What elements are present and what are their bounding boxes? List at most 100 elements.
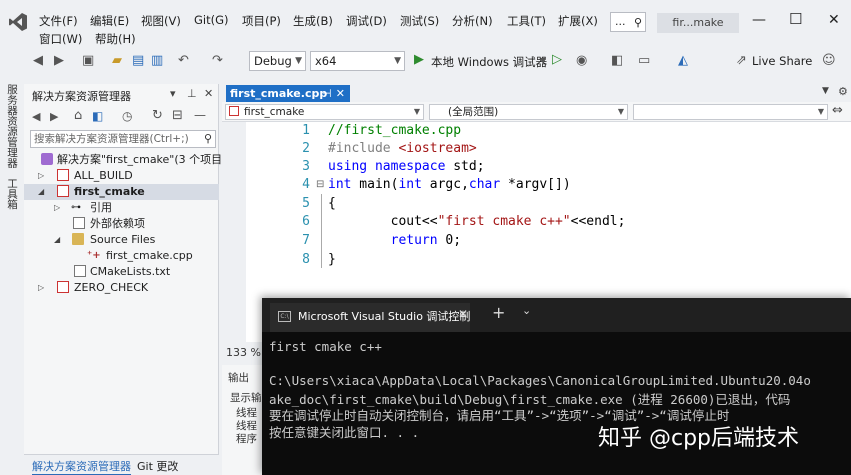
close-icon[interactable]: ✕ xyxy=(204,87,213,100)
new-project-icon[interactable]: ▣ xyxy=(82,53,94,68)
settings-icon[interactable]: ⚙ xyxy=(838,85,848,98)
minimize-icon[interactable]: — xyxy=(752,12,766,28)
console-tab-title: Microsoft Visual Studio 调试控制 xyxy=(298,310,470,323)
menu-view[interactable]: 视图(V) xyxy=(139,12,183,30)
tree-item-references[interactable]: ▷ ⊶ 引用 xyxy=(24,200,219,216)
folder-icon xyxy=(72,233,84,245)
server-explorer-tab[interactable]: 服务器资源管理器 xyxy=(5,84,20,168)
solution-name-badge[interactable]: fir...make xyxy=(657,13,739,33)
console-tab[interactable]: C:\ Microsoft Visual Studio 调试控制 xyxy=(270,303,470,332)
pin-icon[interactable]: ⊣ xyxy=(322,85,332,102)
tree-item-solution[interactable]: 解决方案"first_cmake"(3 个项目, xyxy=(24,152,226,168)
maximize-icon[interactable]: ☐ xyxy=(789,10,802,28)
more-icon[interactable]: — xyxy=(194,108,206,122)
line-number: 5 xyxy=(302,196,310,211)
member-select[interactable]: ▼ xyxy=(633,104,828,120)
chevron-down-icon: ▼ xyxy=(817,107,824,116)
chevron-down-icon: ▼ xyxy=(413,107,420,116)
split-icon[interactable]: ⇔ xyxy=(832,103,843,118)
toolbox-tab[interactable]: 工具箱 xyxy=(5,178,20,210)
global-scope-select[interactable]: (全局范围) ▼ xyxy=(429,104,628,120)
pending-changes-icon[interactable]: ◷ xyxy=(122,109,132,123)
home-icon[interactable]: ⌂ xyxy=(74,108,82,123)
chevron-down-icon[interactable]: ▼ xyxy=(540,56,546,65)
tree-item-all-build[interactable]: ▷ ALL_BUILD xyxy=(24,168,219,184)
browse-icon[interactable]: ◧ xyxy=(611,53,623,68)
feedback-icon[interactable]: ☺ xyxy=(822,53,836,68)
chevron-down-icon: ▼ xyxy=(394,56,401,66)
start-without-debugging-icon[interactable]: ▷ xyxy=(552,52,562,67)
tree-item-first-cmake[interactable]: ◢ first_cmake xyxy=(24,184,219,200)
open-folder-icon[interactable]: ▰ xyxy=(112,53,122,68)
breakpoint-icon[interactable]: ◭ xyxy=(678,53,688,68)
tree-item-cpp-file[interactable]: ⁺+ first_cmake.cpp xyxy=(24,248,219,264)
string-token: "first cmake c++" xyxy=(437,214,571,229)
config-select[interactable]: Debug ▼ xyxy=(249,51,306,71)
tab-solution-explorer[interactable]: 解决方案资源管理器 xyxy=(32,458,131,475)
menu-edit[interactable]: 编辑(E) xyxy=(88,12,131,30)
close-icon[interactable]: ✕ xyxy=(458,307,468,321)
chevron-down-icon[interactable]: ◢ xyxy=(54,232,60,248)
visual-studio-logo-icon xyxy=(9,13,27,31)
menu-file[interactable]: 文件(F) xyxy=(37,12,80,30)
save-all-icon[interactable]: ▥ xyxy=(151,53,163,68)
forward-icon[interactable]: ▶ xyxy=(50,110,58,123)
add-tab-icon[interactable]: + xyxy=(492,303,505,322)
menu-tools[interactable]: 工具(T) xyxy=(505,12,548,30)
code-line: //first_cmake.cpp xyxy=(328,123,461,138)
code-line: return 0; xyxy=(328,233,461,248)
search-box[interactable]: ... ⚲ xyxy=(610,12,646,32)
project-icon xyxy=(57,185,69,197)
bookmark-icon[interactable]: ▭ xyxy=(638,53,650,68)
chevron-down-icon[interactable]: ◢ xyxy=(38,184,44,200)
debug-console-window[interactable]: C:\ Microsoft Visual Studio 调试控制 ✕ + ⌄ f… xyxy=(262,298,851,475)
close-icon[interactable]: ✕ xyxy=(828,12,840,28)
line-number: 1 xyxy=(302,123,310,138)
undo-icon[interactable]: ↶ xyxy=(178,53,189,68)
save-icon[interactable]: ▤ xyxy=(132,53,144,68)
forward-icon[interactable]: ▶ xyxy=(54,53,64,68)
tab-first-cmake-cpp[interactable]: first_cmake.cpp ⊣ ✕ xyxy=(226,85,350,102)
menu-git[interactable]: Git(G) xyxy=(192,12,231,28)
pin-icon[interactable]: ⊥ xyxy=(187,87,197,100)
close-icon[interactable]: ✕ xyxy=(336,85,345,102)
menu-debug[interactable]: 调试(D) xyxy=(344,12,389,30)
chevron-right-icon[interactable]: ▷ xyxy=(38,168,44,184)
menu-test[interactable]: 测试(S) xyxy=(398,12,441,30)
menu-extensions[interactable]: 扩展(X) xyxy=(556,12,600,30)
collapse-all-icon[interactable]: ⊟ xyxy=(172,108,183,123)
tree-item-cmakelists[interactable]: CMakeLists.txt xyxy=(24,264,219,280)
chevron-right-icon[interactable]: ▷ xyxy=(54,200,60,216)
solution-search-input[interactable]: 搜索解决方案资源管理器(Ctrl+;) ⚲ xyxy=(30,130,216,148)
code-line: using namespace std; xyxy=(328,159,485,174)
tree-item-zero-check[interactable]: ▷ ZERO_CHECK xyxy=(24,280,219,296)
menu-build[interactable]: 生成(B) xyxy=(291,12,335,30)
switch-views-icon[interactable]: ◧ xyxy=(92,109,103,123)
start-debugger-button[interactable]: 本地 Windows 调试器 xyxy=(431,54,547,70)
fold-toggle-icon[interactable]: ⊟ xyxy=(316,179,324,190)
redo-icon[interactable]: ↷ xyxy=(212,53,223,68)
process-icon[interactable]: ◉ xyxy=(576,53,587,68)
chevron-right-icon[interactable]: ▷ xyxy=(38,280,44,296)
menu-analyze[interactable]: 分析(N) xyxy=(450,12,495,30)
tab-git-changes[interactable]: Git 更改 xyxy=(137,458,178,474)
search-icon: ⚲ xyxy=(203,132,212,145)
comment-token: //first_cmake.cpp xyxy=(328,123,462,138)
chevron-down-icon[interactable]: ⌄ xyxy=(522,304,531,317)
live-share-button[interactable]: Live Share xyxy=(752,54,812,68)
solution-explorer-panel: 解决方案资源管理器 ▾ ⊥ ✕ ◀ ▶ ⌂ ◧ ◷ ↻ ⊟ — 搜索解决方案资源… xyxy=(24,84,226,475)
chevron-down-icon[interactable]: ▾ xyxy=(170,87,176,100)
live-share-icon[interactable]: ⇗ xyxy=(736,53,747,68)
include-token: <iostream> xyxy=(398,141,477,156)
refresh-icon[interactable]: ↻ xyxy=(152,108,163,123)
tree-item-source-files[interactable]: ◢ Source Files xyxy=(24,232,219,248)
back-icon[interactable]: ◀ xyxy=(32,110,40,123)
tree-item-external-deps[interactable]: 外部依赖项 xyxy=(24,216,219,232)
back-icon[interactable]: ◀ xyxy=(33,53,43,68)
project-scope-select[interactable]: first_cmake ▼ xyxy=(225,104,424,120)
chevron-down-icon[interactable]: ▼ xyxy=(822,86,829,96)
platform-select[interactable]: x64 ▼ xyxy=(310,51,405,71)
play-icon[interactable]: ▶ xyxy=(414,52,424,67)
zoom-level[interactable]: 133 % xyxy=(226,346,261,359)
menu-project[interactable]: 项目(P) xyxy=(240,12,283,30)
